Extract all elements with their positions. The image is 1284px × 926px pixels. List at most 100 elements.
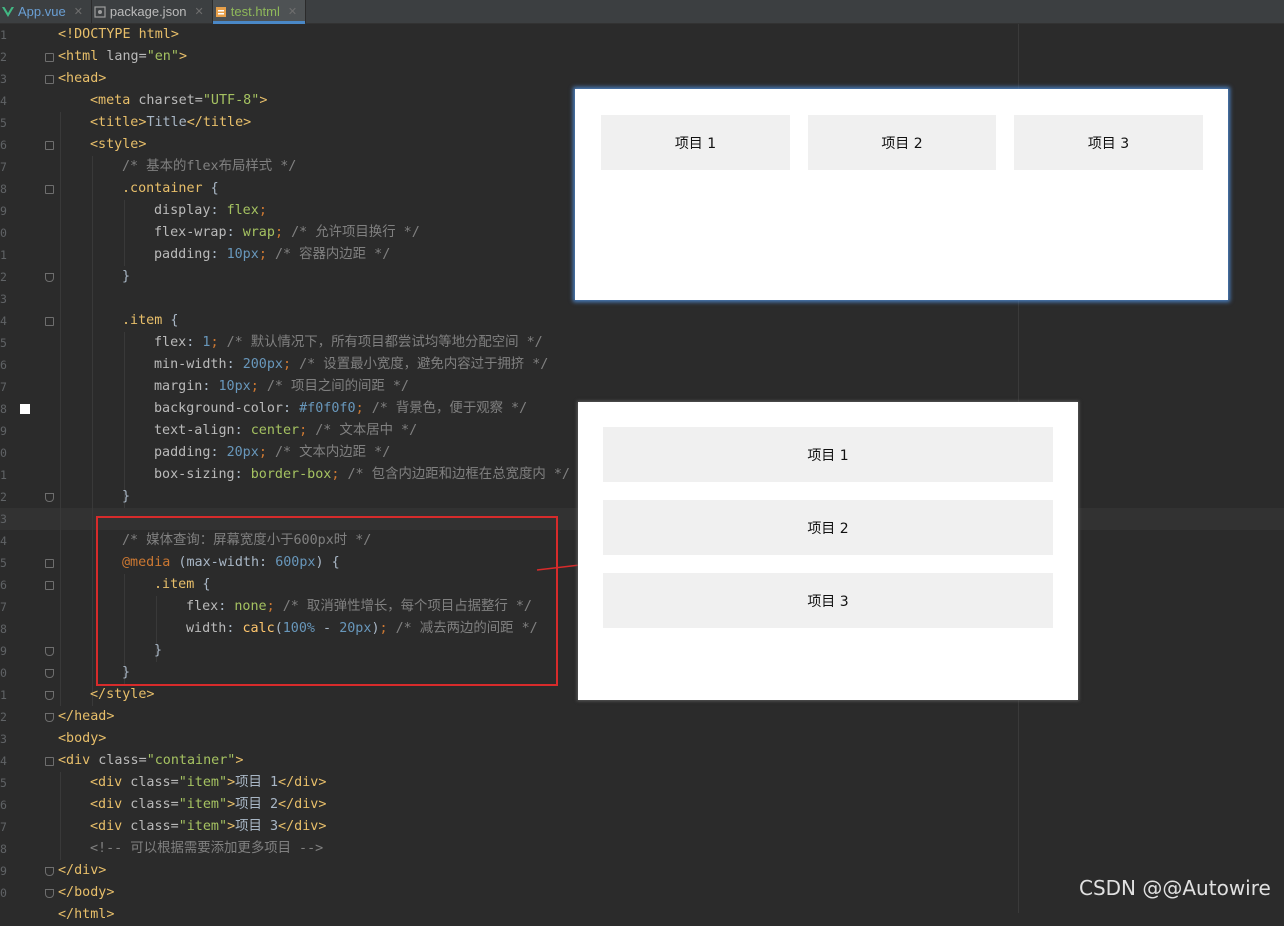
code-token: > [259,93,268,108]
line-number: 8 [0,622,7,636]
code-comment: /* 文本居中 */ [315,423,418,438]
code-token: wrap [242,225,275,240]
code-line: <meta charset="UTF-8"> [90,90,267,112]
line-number: 9 [0,424,7,438]
fold-toggle-icon[interactable] [45,75,54,84]
fold-toggle-icon[interactable] [45,559,54,568]
code-token: <meta [90,93,131,108]
fold-toggle-icon[interactable] [45,581,54,590]
tab-app-vue[interactable]: App.vue ✕ [0,0,92,23]
code-line: <div class="item">项目 2</div> [90,794,326,816]
code-line: </head> [58,706,114,728]
code-token: > [235,753,244,768]
code-token: 10px [218,379,251,394]
code-token: background-color [154,401,283,416]
code-token: <!DOCTYPE html> [58,27,179,42]
close-icon[interactable]: ✕ [195,5,204,18]
code-line: text-align: center; /* 文本居中 */ [154,423,418,438]
line-number: 1 [0,688,7,702]
close-icon[interactable]: ✕ [288,5,297,18]
code-token: </div> [278,797,327,812]
code-line: <html lang="en"> [58,46,187,68]
indent-guide [124,200,125,266]
code-line: .container { [122,178,219,200]
flex-item: 项目 1 [603,427,1053,482]
code-token: min-width [154,357,227,372]
code-token: } [122,489,131,504]
flex-item: 项目 2 [808,115,996,170]
code-line: .item { [122,310,178,332]
bookmark-icon[interactable] [20,404,30,414]
fold-toggle-icon[interactable] [45,647,54,656]
indent-guide [60,112,61,706]
tab-label: App.vue [18,4,66,19]
fold-toggle-icon[interactable] [45,317,54,326]
code-line: </style> [90,684,155,706]
code-token: "container" [146,753,236,768]
code-line: <div class="item">项目 3</div> [90,816,326,838]
code-line: display: flex; [154,203,267,218]
code-token: margin [154,379,203,394]
code-comment: /* 文本内边距 */ [274,445,391,460]
code-comment: /* 容器内边距 */ [274,247,391,262]
flex-item-label: 项目 2 [807,520,849,537]
code-token: <div [90,797,123,812]
code-token: > [227,775,236,790]
code-token: border-box [250,467,332,482]
code-token: </div> [58,863,107,878]
code-token: > [227,797,236,812]
editor-tab-bar: App.vue ✕ package.json ✕ test.html ✕ [0,0,1284,24]
code-token: padding [154,247,211,262]
fold-toggle-icon[interactable] [45,53,54,62]
fold-toggle-icon[interactable] [45,757,54,766]
code-token: </style> [90,687,155,702]
tab-package-json[interactable]: package.json ✕ [92,0,213,23]
fold-toggle-icon[interactable] [45,493,54,502]
flex-item-label: 项目 1 [674,135,717,152]
flex-item: 项目 3 [1014,115,1203,170]
line-number: 1 [0,28,7,42]
code-token: 项目 2 [235,797,279,812]
flex-item-label: 项目 2 [881,135,923,152]
code-token: lang= [98,49,147,64]
line-number: 3 [0,292,7,306]
code-token: 项目 3 [235,819,279,834]
flex-item-label: 项目 1 [807,447,849,464]
code-token: 200px [242,357,283,372]
fold-toggle-icon[interactable] [45,273,54,282]
line-number: 5 [0,116,7,130]
fold-toggle-icon[interactable] [45,185,54,194]
code-token: text-align [154,423,235,438]
fold-toggle-icon[interactable] [45,669,54,678]
line-number: 9 [0,864,7,878]
flex-item: 项目 3 [603,573,1053,628]
code-line: </html> [58,904,114,926]
indent-guide [124,332,125,508]
line-number: 8 [0,182,7,196]
code-token: charset= [130,93,203,108]
code-token: "item" [178,819,228,834]
code-token: 20px [226,445,259,460]
fold-toggle-icon[interactable] [45,691,54,700]
fold-toggle-icon[interactable] [45,141,54,150]
tab-label: package.json [109,4,187,19]
code-comment: /* 包含内边距和边框在总宽度内 */ [347,467,570,482]
fold-toggle-icon[interactable] [45,889,54,898]
fold-toggle-icon[interactable] [45,713,54,722]
code-line: </body> [58,882,114,904]
code-line: } [122,486,130,508]
close-icon[interactable]: ✕ [74,5,83,18]
fold-toggle-icon[interactable] [45,867,54,876]
code-line: padding: 20px; /* 文本内边距 */ [154,445,391,460]
code-line: flex-wrap: wrap; /* 允许项目换行 */ [154,225,420,240]
line-number: 3 [0,72,7,86]
watermark: CSDN @@Autowire [1079,876,1271,900]
code-token: </html> [58,907,115,922]
code-token: 项目 1 [235,775,279,790]
line-number: 5 [0,336,7,350]
line-number: 6 [0,578,7,592]
line-number: 9 [0,204,7,218]
tab-test-html[interactable]: test.html ✕ [212,0,307,24]
code-line: padding: 10px; /* 容器内边距 */ [154,247,391,262]
code-token: flex-wrap [154,225,227,240]
